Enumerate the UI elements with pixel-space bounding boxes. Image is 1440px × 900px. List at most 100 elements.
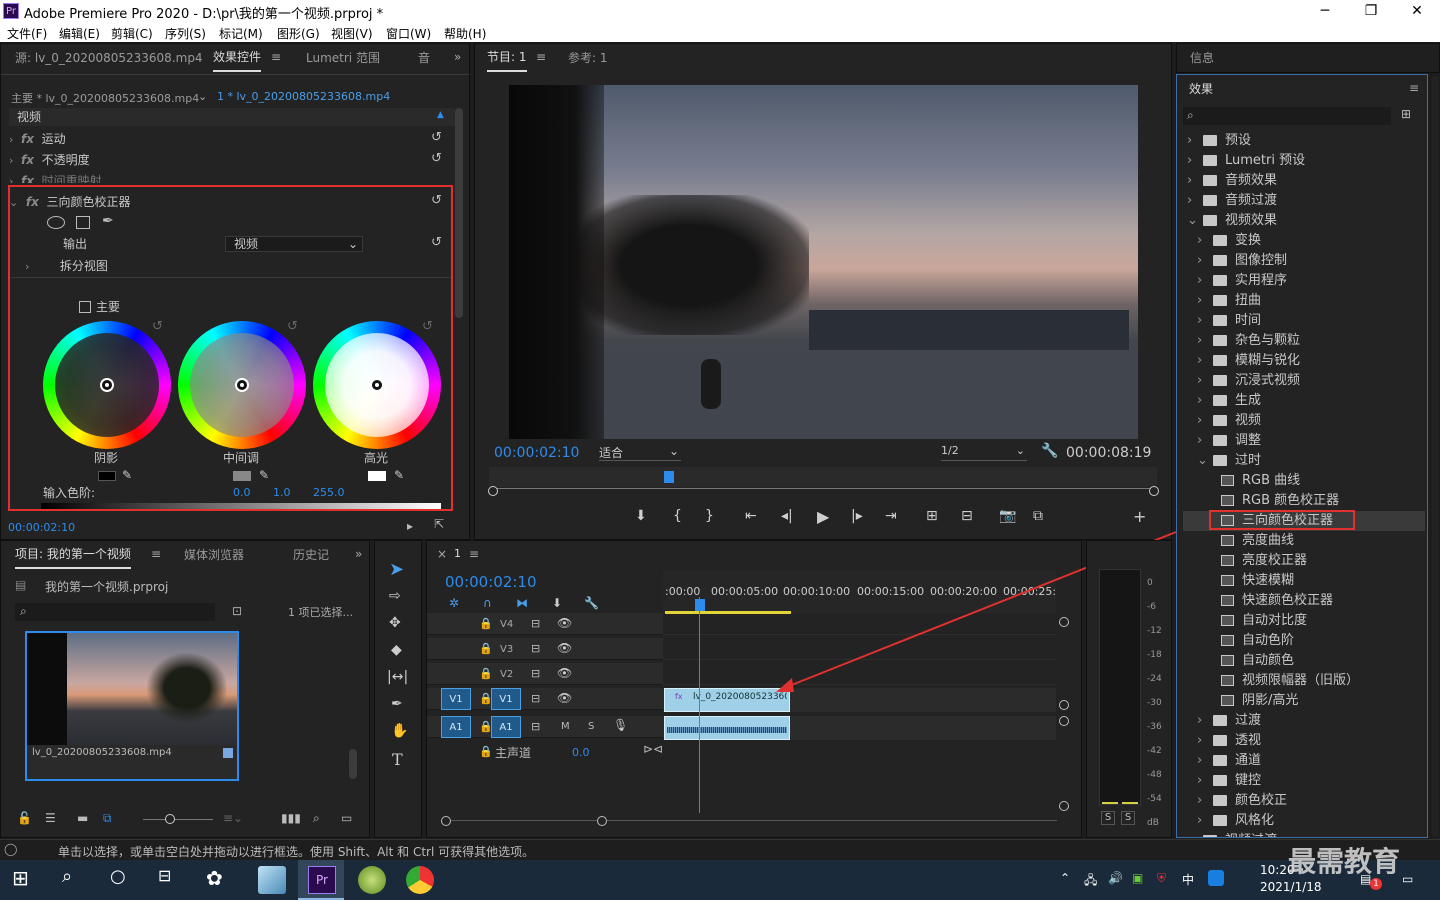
effects-tree-item[interactable]: 阴影/高光 [1183,691,1425,711]
effects-tree-label: RGB 颜色校正器 [1242,493,1340,508]
chevron-right-icon[interactable]: › [1197,751,1213,771]
effects-tree-item[interactable]: › 图像控制 [1183,251,1425,271]
chevron-right-icon[interactable]: › [1187,171,1203,191]
effects-tree-label: 颜色校正 [1235,793,1288,808]
chevron-right-icon[interactable]: › [1197,311,1213,331]
chevron-right-icon[interactable]: › [1197,811,1213,831]
effects-tree-item[interactable]: › 风格化 [1183,811,1425,831]
app-notebook-icon[interactable] [258,866,286,894]
app-ball-icon[interactable] [358,866,386,894]
task-view-icon[interactable]: ⊟ [158,866,186,894]
effects-tree-item[interactable]: ⌄ 视频效果 [1183,211,1425,231]
chevron-right-icon[interactable]: › [1197,711,1213,731]
chevron-right-icon[interactable]: › [1197,351,1213,371]
chevron-right-icon[interactable]: › [1197,411,1213,431]
chevron-right-icon[interactable]: › [1197,731,1213,751]
effects-tree-item[interactable]: 亮度曲线 [1183,531,1425,551]
chevron-right-icon[interactable]: › [1187,191,1203,211]
windows-start-icon[interactable]: ⊞ [12,866,40,894]
folder-icon [1213,315,1227,326]
effects-tree-item[interactable]: 三向颜色校正器 [1183,510,1425,531]
selected-effect-highlight [1209,510,1355,530]
chrome-icon[interactable] [406,866,434,894]
effects-tree-item[interactable]: › 生成 [1183,391,1425,411]
effects-tree-item[interactable]: › 杂色与颗粒 [1183,331,1425,351]
chevron-right-icon[interactable]: › [1187,151,1203,171]
chevron-right-icon[interactable]: › [1187,131,1203,151]
effects-tree-item[interactable]: 视频限幅器（旧版） [1183,671,1425,691]
chevron-down-icon[interactable]: ⌄ [1197,451,1213,471]
chevron-right-icon[interactable]: › [1197,231,1213,251]
effects-tree-item[interactable]: › 扭曲 [1183,291,1425,311]
volume-icon[interactable]: 🔊 [1108,871,1123,885]
effects-tree-item[interactable]: › 过渡 [1183,711,1425,731]
effects-tree-item[interactable]: › 视频 [1183,411,1425,431]
chevron-right-icon[interactable]: › [1197,331,1213,351]
effect-preset-icon [1221,675,1234,686]
ime-indicator[interactable]: 中 [1182,871,1194,888]
chevron-right-icon[interactable]: › [1197,371,1213,391]
clock-date[interactable]: 2021/1/18 [1260,880,1322,894]
chevron-right-icon[interactable]: › [1197,271,1213,291]
effects-tree-item[interactable]: › 颜色校正 [1183,791,1425,811]
effects-tree-label: 自动对比度 [1242,613,1308,628]
effects-tree-item[interactable]: ⌄ 过时 [1183,451,1425,471]
effects-tree-item[interactable]: 快速模糊 [1183,571,1425,591]
effects-tree-item[interactable]: › 预设 [1183,131,1425,151]
effects-tree-item[interactable]: 自动色阶 [1183,631,1425,651]
meter-scale: 0 -6 -12 -18 -24 -30 -36 -42 -48 -54 dB [1147,578,1162,828]
effects-tree-item[interactable]: › 键控 [1183,771,1425,791]
effects-tree-item[interactable]: › 时间 [1183,311,1425,331]
security-icon[interactable]: ⛨ [1157,871,1166,886]
folder-icon [1203,215,1217,226]
chevron-right-icon[interactable]: › [1197,291,1213,311]
effects-tree-item[interactable]: › 透视 [1183,731,1425,751]
effects-tree-label: RGB 曲线 [1242,473,1301,488]
effects-tree-item[interactable]: › 模糊与锐化 [1183,351,1425,371]
chevron-right-icon[interactable]: › [1197,391,1213,411]
effects-tree-label: 视频 [1235,413,1262,428]
search-icon[interactable]: ⌕ [62,866,90,894]
new-custom-bin-icon[interactable]: ⊞ [1401,107,1411,121]
effects-tree-item[interactable]: RGB 颜色校正器 [1183,491,1425,511]
effects-tree-item[interactable]: › 音频过渡 [1183,191,1425,211]
effects-tree-item[interactable]: 亮度校正器 [1183,551,1425,571]
folder-icon [1213,375,1227,386]
effects-tree-item[interactable]: › Lumetri 预设 [1183,151,1425,171]
effects-tree-item[interactable]: › 视频过渡 [1183,831,1425,837]
nvidia-icon[interactable]: ▣ [1132,871,1143,885]
solo-left-button[interactable]: S [1101,811,1115,825]
effects-tree-item[interactable]: › 沉浸式视频 [1183,371,1425,391]
effects-tree-item[interactable]: 自动对比度 [1183,611,1425,631]
chevron-down-icon[interactable]: ⌄ [1187,211,1203,231]
folder-icon [1213,255,1227,266]
app-pinwheel-icon[interactable]: ✿ [206,866,234,894]
premiere-taskbar-icon[interactable]: Pr [308,866,336,894]
effects-scrollbar[interactable] [1432,76,1438,836]
network-icon[interactable]: 🖧 [1084,871,1097,892]
cortana-icon[interactable]: ○ [110,866,138,894]
qq-icon[interactable] [1208,870,1224,886]
show-hidden-icons[interactable]: ⌃ [1060,871,1070,885]
effects-tree-item[interactable]: › 变换 [1183,231,1425,251]
effects-tree-item[interactable]: 快速颜色校正器 [1183,591,1425,611]
effects-tree-item[interactable]: › 通道 [1183,751,1425,771]
chevron-right-icon[interactable]: › [1197,771,1213,791]
tab-info[interactable]: 信息 [1190,44,1214,72]
effects-search-input[interactable]: ⌕ [1183,107,1391,125]
effects-tree-item[interactable]: 自动颜色 [1183,651,1425,671]
chevron-right-icon[interactable]: › [1187,831,1203,837]
chevron-right-icon[interactable]: › [1197,251,1213,271]
chevron-right-icon[interactable]: › [1197,431,1213,451]
effects-tree-item[interactable]: › 实用程序 [1183,271,1425,291]
effects-tree-item[interactable]: › 音频效果 [1183,171,1425,191]
action-center-icon[interactable]: ▭ [1402,872,1413,886]
solo-right-button[interactable]: S [1121,811,1135,825]
chevron-right-icon[interactable]: › [1197,791,1213,811]
effects-tree-item[interactable]: RGB 曲线 [1183,471,1425,491]
folder-icon [1213,455,1227,466]
effects-tree-item[interactable]: › 调整 [1183,431,1425,451]
panel-menu-icon[interactable]: ≡ [1409,81,1419,95]
tab-effects[interactable]: 效果 [1189,75,1213,103]
effect-preset-icon [1221,695,1234,706]
